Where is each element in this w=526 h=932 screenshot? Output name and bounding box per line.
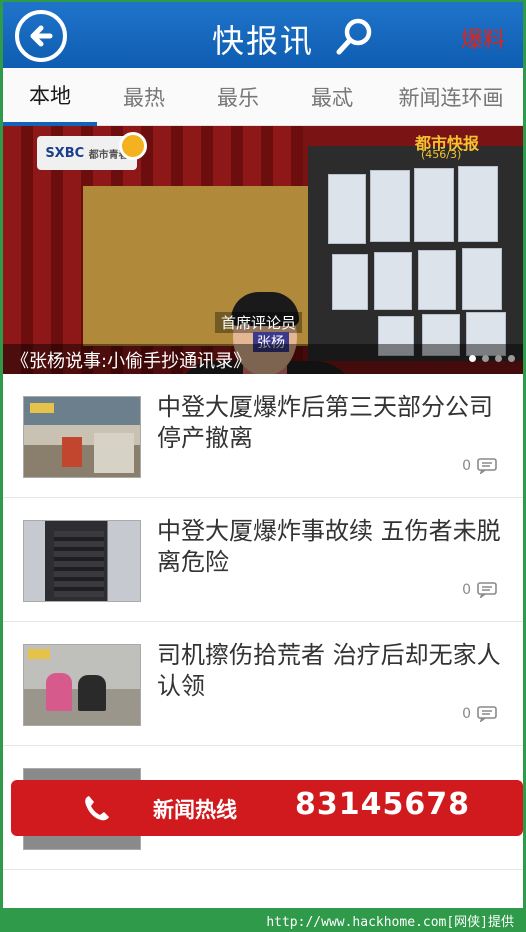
comment-count-value: 0	[462, 582, 471, 598]
watermark-text: http://www.hackhome.com[网侠]提供	[266, 915, 514, 930]
news-hotline-button[interactable]: 新闻热线 83145678	[11, 780, 523, 836]
comment-count[interactable]: 0	[462, 706, 497, 722]
comment-icon	[477, 582, 497, 598]
tab-most-awesome[interactable]: 最忒	[285, 68, 379, 126]
phone-icon	[85, 796, 109, 821]
search-button[interactable]	[333, 16, 375, 58]
news-list-item[interactable]: 中登大厦爆炸事故续 五伤者未脱离危险 0	[3, 498, 523, 622]
hotline-label: 新闻热线	[153, 798, 237, 822]
news-thumbnail	[23, 644, 141, 726]
news-list-item[interactable]: 司机擦伤拾荒者 治疗后却无家人认领 0	[3, 622, 523, 746]
top-bar: 快报讯 爆料	[3, 2, 523, 68]
comment-count-value: 0	[462, 458, 471, 474]
comment-icon	[477, 706, 497, 722]
search-icon	[336, 18, 372, 55]
watermark-bar: http://www.hackhome.com[网侠]提供	[0, 908, 526, 932]
banner-caption: 《张杨说事:小偷手抄通讯录》	[11, 351, 252, 372]
comment-count[interactable]: 0	[462, 458, 497, 474]
comment-icon	[477, 458, 497, 474]
banner-board	[308, 146, 523, 361]
report-news-button[interactable]: 爆料	[461, 22, 505, 54]
hotline-number: 83145678	[295, 787, 470, 822]
tab-news-comics[interactable]: 新闻连环画	[379, 68, 523, 126]
tab-local[interactable]: 本地	[3, 68, 97, 126]
news-title: 中登大厦爆炸事故续 五伤者未脱离危险	[157, 517, 501, 576]
tab-hottest[interactable]: 最热	[97, 68, 191, 126]
carousel-dot[interactable]	[482, 355, 489, 362]
program-sub-label: (456/3)	[421, 148, 462, 161]
carousel-indicator	[469, 355, 515, 362]
channel-logo-sun-icon	[119, 132, 147, 160]
app-frame: 快报讯 爆料 本地 最热 最乐 最忒 新闻连环画 SXBC 都市青春 都市快报 …	[0, 0, 526, 908]
comment-count[interactable]: 0	[462, 582, 497, 598]
news-title: 司机擦伤拾荒者 治疗后却无家人认领	[157, 641, 501, 700]
page-title: 快报讯	[211, 22, 314, 60]
news-thumbnail	[23, 396, 141, 478]
category-tabs: 本地 最热 最乐 最忒 新闻连环画	[3, 68, 523, 126]
news-list-item[interactable]: 中登大厦爆炸后第三天部分公司停产撤离 0	[3, 374, 523, 498]
featured-banner[interactable]: SXBC 都市青春 都市快报 (456/3) 首席评论员 张杨 《张杨说事:小偷…	[3, 126, 523, 374]
banner-caption-bar: 《张杨说事:小偷手抄通讯录》	[3, 344, 523, 374]
carousel-dot[interactable]	[469, 355, 476, 362]
news-title: 中登大厦爆炸后第三天部分公司停产撤离	[157, 393, 493, 452]
carousel-dot[interactable]	[508, 355, 515, 362]
carousel-dot[interactable]	[495, 355, 502, 362]
comment-count-value: 0	[462, 706, 471, 722]
presenter-title: 首席评论员	[215, 312, 303, 333]
tab-funniest[interactable]: 最乐	[191, 68, 285, 126]
news-thumbnail	[23, 520, 141, 602]
